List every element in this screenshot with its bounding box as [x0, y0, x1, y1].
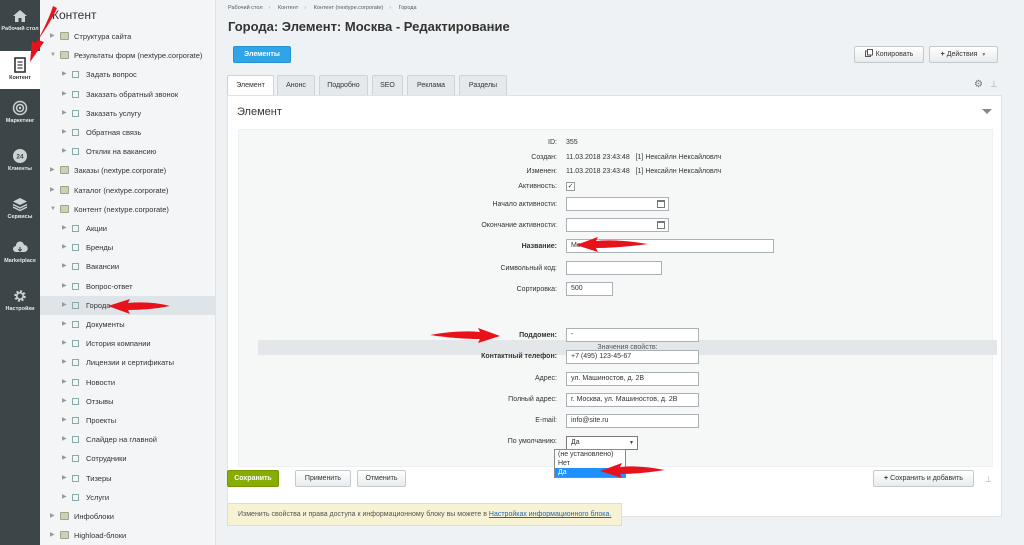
annotation-arrow — [108, 299, 170, 314]
annotation-arrow — [576, 237, 648, 252]
annotation-arrow — [430, 328, 500, 343]
annotation-arrows — [30, 6, 665, 478]
annotation-arrow — [600, 463, 665, 478]
annotation-arrow — [30, 6, 57, 62]
